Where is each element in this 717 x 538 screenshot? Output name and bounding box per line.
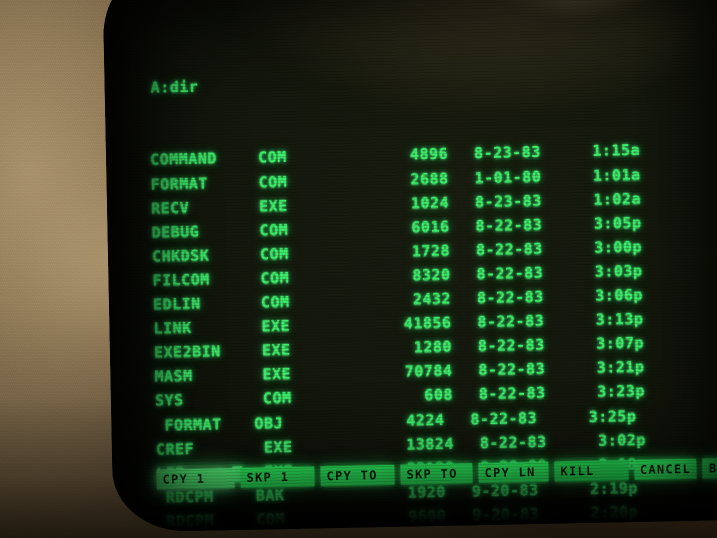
file-extension: COM xyxy=(257,148,287,168)
file-size: 70784 xyxy=(404,361,453,381)
file-time: 3:06p xyxy=(595,285,644,305)
file-name: FILCOM xyxy=(152,270,210,290)
command-line: A:dir xyxy=(150,77,199,97)
file-time: 3:02p xyxy=(598,430,647,450)
file-name: MASM xyxy=(154,367,193,386)
file-time: 3:23p xyxy=(597,382,646,402)
file-name: EXE2BIN xyxy=(153,342,221,362)
function-key-label: CANCEL xyxy=(639,461,692,477)
function-key-skp-1[interactable]: SKP 1 xyxy=(240,466,315,488)
file-size: 8320 xyxy=(412,265,451,285)
file-date: 8-22-83 xyxy=(477,311,545,332)
file-name: RECV xyxy=(150,198,190,218)
file-extension: COM xyxy=(262,389,292,408)
file-time: 3:25p xyxy=(588,406,637,426)
function-key-cpy-ln[interactable]: CPY LN xyxy=(478,461,549,484)
file-extension: EXE xyxy=(261,317,291,336)
function-key-skp-to[interactable]: SKP TO xyxy=(400,463,473,485)
file-time: 3:07p xyxy=(596,334,645,354)
file-extension: COM xyxy=(259,244,289,264)
file-name: FORMAT xyxy=(164,414,222,434)
file-time: 1:15a xyxy=(592,141,641,161)
function-key-label: BCKSPC xyxy=(708,460,717,476)
file-date: 8-22-83 xyxy=(479,432,547,452)
file-extension: COM xyxy=(259,220,289,240)
file-date: 8-22-83 xyxy=(478,384,546,404)
file-date: 8-22-83 xyxy=(476,287,544,308)
file-time: 3:21p xyxy=(596,358,645,378)
file-time: 1:02a xyxy=(593,189,642,209)
file-name: COMMAND xyxy=(149,149,218,170)
file-size: 2432 xyxy=(412,289,452,309)
file-date: 8-22-83 xyxy=(477,336,545,356)
file-name: EDLIN xyxy=(152,294,201,314)
file-extension: COM xyxy=(258,172,288,192)
crt-monitor-photo: A:dir COMMAND COM 4896 8-23-83 1:15a FORMAT CO… xyxy=(0,0,717,538)
function-key-label: CPY 1 xyxy=(162,471,206,487)
file-time: 1:01a xyxy=(592,165,641,185)
function-key-label: CPY TO xyxy=(326,468,378,484)
file-date: 8-22-83 xyxy=(476,263,544,284)
file-date: 8-22-83 xyxy=(475,215,543,235)
file-extension: OBJ xyxy=(254,413,284,433)
file-name: CHKDSK xyxy=(151,246,210,266)
file-extension: EXE xyxy=(258,196,288,216)
function-key-cancel[interactable]: CANCEL xyxy=(634,458,697,481)
crt-screen: A:dir COMMAND COM 4896 8-23-83 1:15a FORMAT CO… xyxy=(102,0,717,533)
file-size: 1728 xyxy=(411,241,451,261)
file-date: 8-22-83 xyxy=(478,360,546,380)
file-size: 4896 xyxy=(409,145,449,164)
file-extension: COM xyxy=(260,268,290,288)
file-name: FORMAT xyxy=(150,174,208,194)
file-time: 3:13p xyxy=(595,309,644,329)
file-size: 41856 xyxy=(403,313,452,333)
file-time: 3:03p xyxy=(594,261,643,281)
file-extension: COM xyxy=(260,292,290,312)
file-size: 608 xyxy=(424,386,454,405)
file-size: 6016 xyxy=(411,217,450,237)
file-size: 13824 xyxy=(406,434,455,454)
file-name: LINK xyxy=(153,319,192,338)
file-date: 1-01-80 xyxy=(474,167,542,187)
file-size: 2688 xyxy=(410,169,449,189)
function-key-cpy-to[interactable]: CPY TO xyxy=(320,464,395,487)
file-date: 8-22-83 xyxy=(475,239,543,260)
function-key-label: SKP 1 xyxy=(246,469,290,485)
file-size: 1280 xyxy=(413,337,453,357)
file-date: 8-23-83 xyxy=(473,143,541,163)
function-key-bckspc[interactable]: BCKSPC xyxy=(702,457,717,479)
file-time: 3:05p xyxy=(593,213,642,233)
function-key-label: CPY LN xyxy=(484,465,536,481)
function-key-kill[interactable]: KILL xyxy=(554,460,629,482)
function-key-cpy-1[interactable]: CPY 1 xyxy=(156,468,235,490)
file-size: 4224 xyxy=(406,410,445,430)
function-key-label: SKP TO xyxy=(406,466,458,482)
file-extension: EXE xyxy=(261,341,291,360)
function-key-label: KILL xyxy=(560,463,595,479)
file-extension: EXE xyxy=(263,437,293,457)
file-time: 3:00p xyxy=(594,237,643,257)
file-date: 8-23-83 xyxy=(474,191,542,211)
file-size: 1024 xyxy=(410,193,450,213)
file-extension: EXE xyxy=(262,365,292,384)
file-name: DEBUG xyxy=(151,222,200,242)
file-name: SYS xyxy=(154,391,184,411)
file-date: 8-22-83 xyxy=(470,408,538,428)
